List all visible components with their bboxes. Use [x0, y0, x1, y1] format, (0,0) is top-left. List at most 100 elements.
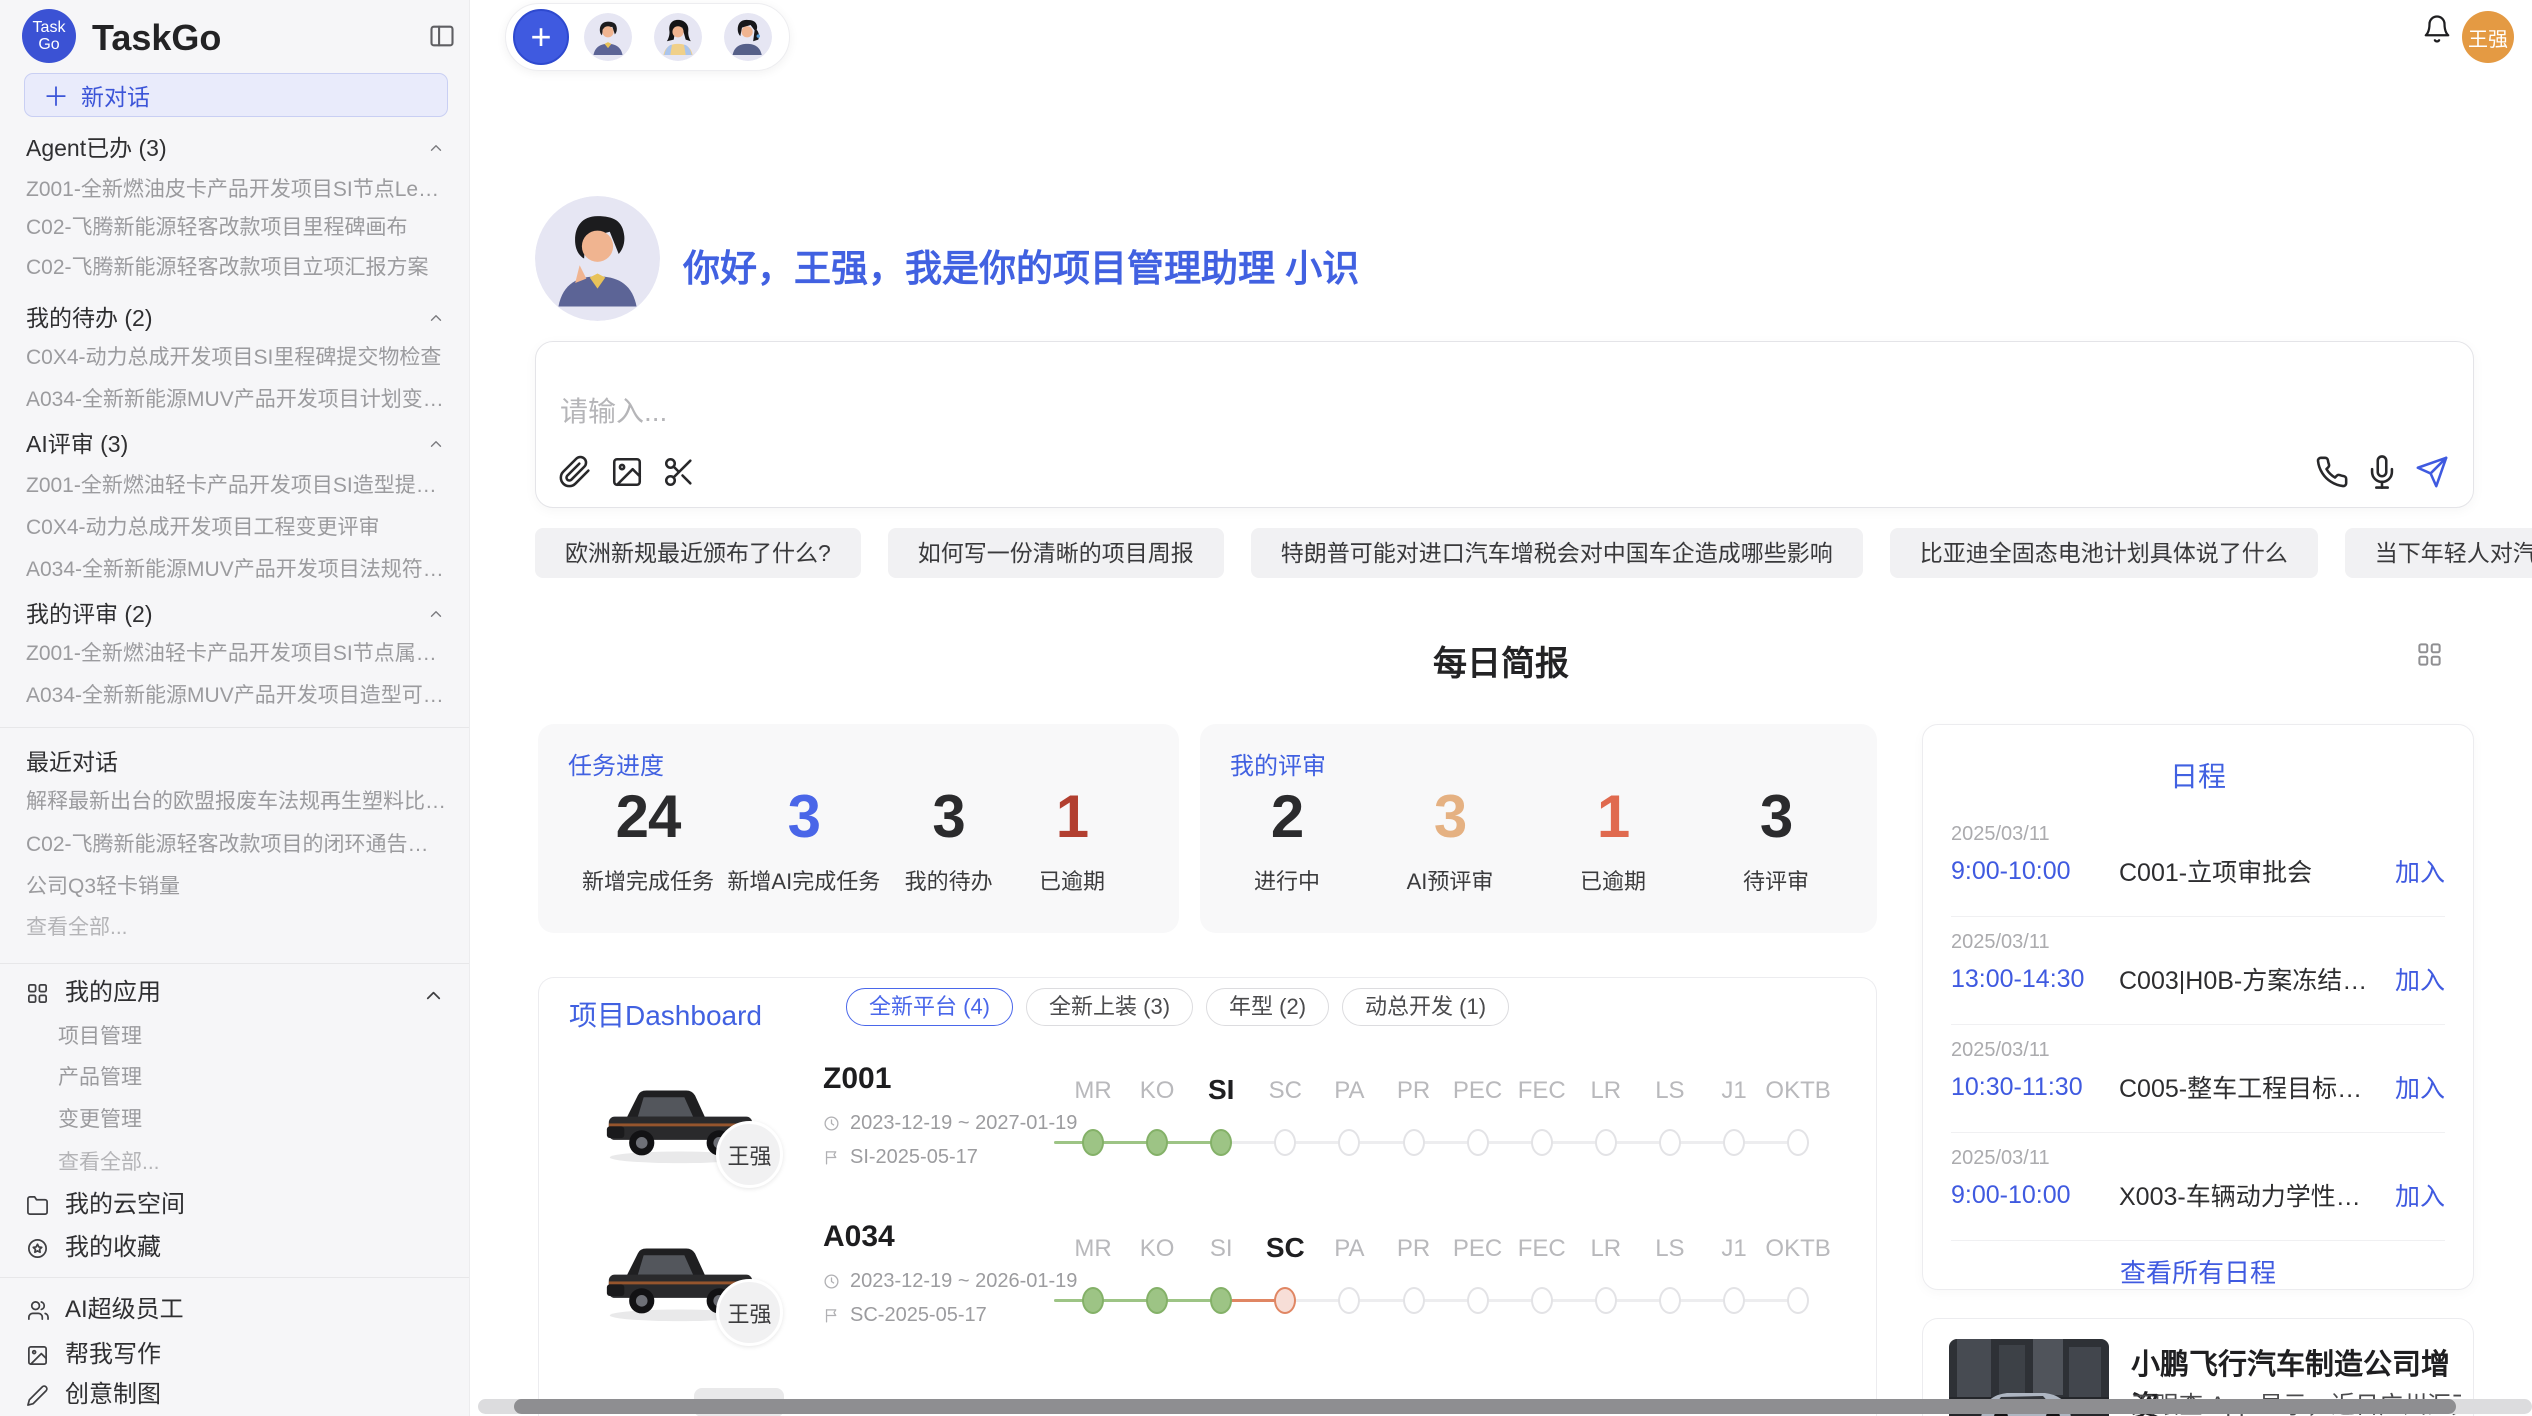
sidebar-item-ai-employee[interactable]: AI超级员工 [26, 1293, 449, 1327]
project-code[interactable]: A034 [823, 1220, 895, 1254]
agent-avatar[interactable] [722, 11, 774, 63]
event-join-link[interactable]: 加入 [2395, 853, 2445, 889]
notifications-bell-icon[interactable] [2422, 14, 2452, 44]
stat-label: 已逾期 [1017, 864, 1127, 896]
microphone-icon[interactable] [2365, 455, 2399, 489]
my-review-card: 我的评审 2进行中3AI预评审1已逾期3待评审 [1200, 724, 1877, 933]
milestone-label: OKTB [1756, 1077, 1840, 1105]
conversation-item[interactable]: A034-全新新能源MUV产品开发项目计划变更表编写 [26, 383, 449, 417]
suggestion-chip[interactable]: 当下年轻人对汽车外观有怎样的喜好趋势 [2345, 528, 2532, 578]
view-all-schedule-link[interactable]: 查看所有日程 [1923, 1253, 2473, 1290]
horizontal-scrollbar-thumb[interactable] [514, 1399, 2456, 1414]
project-dates: 2023-12-19 ~ 2027-01-19 [823, 1112, 1077, 1135]
dashboard-filter-chip[interactable]: 全新上装 (3) [1026, 988, 1193, 1026]
conversation-item[interactable]: C02-飞腾新能源轻客改款项目的闭环通告反馈情况 [26, 828, 449, 862]
app-link-project-mgmt[interactable]: 项目管理 [58, 1020, 449, 1054]
milestone-dot [1338, 1129, 1360, 1156]
upload-image-icon[interactable] [610, 455, 644, 489]
divider [1951, 1240, 2445, 1241]
sidebar-item-cloud-space[interactable]: 我的云空间 [26, 1188, 449, 1222]
section-my-review[interactable]: 我的评审 (2) [26, 597, 449, 631]
sidebar-item-favorites[interactable]: 我的收藏 [26, 1231, 449, 1265]
view-all-chats[interactable]: 查看全部... [26, 911, 449, 945]
chevron-up-icon [427, 605, 445, 623]
users-icon [26, 1299, 49, 1322]
section-my-todo[interactable]: 我的待办 (2) [26, 301, 449, 335]
event-join-link[interactable]: 加入 [2395, 1069, 2445, 1105]
project-code[interactable]: Z001 [823, 1062, 891, 1096]
sidebar-item-my-apps[interactable]: 我的应用 [26, 976, 449, 1010]
stat-value: 24 [582, 784, 714, 850]
suggestion-chip[interactable]: 特朗普可能对进口汽车增税会对中国车企造成哪些影响 [1251, 528, 1863, 578]
dashboard-filter-chip[interactable]: 动总开发 (1) [1342, 988, 1509, 1026]
event-join-link[interactable]: 加入 [2395, 961, 2445, 997]
add-agent-button[interactable]: + [513, 9, 569, 65]
conversation-item[interactable]: C0X4-动力总成开发项目工程变更评审 [26, 511, 449, 545]
suggestion-chip[interactable]: 如何写一份清晰的项目周报 [888, 528, 1224, 578]
layout-grid-icon[interactable] [2416, 641, 2443, 668]
milestone-line-done [1054, 1299, 1221, 1302]
divider [0, 963, 469, 964]
voice-call-icon[interactable] [2315, 455, 2349, 489]
send-icon[interactable] [2415, 455, 2449, 489]
chat-input[interactable] [560, 390, 2160, 440]
conversation-item[interactable]: A034-全新新能源MUV产品开发项目法规符合性评审 [26, 553, 449, 587]
milestone-dot [1210, 1287, 1232, 1314]
conversation-item[interactable]: C02-飞腾新能源轻客改款项目立项汇报方案 [26, 251, 449, 285]
view-all-apps[interactable]: 查看全部... [58, 1146, 449, 1180]
agent-avatar[interactable] [652, 11, 704, 63]
section-agent-done[interactable]: Agent已办 (3) [26, 131, 449, 165]
milestone-dot [1403, 1129, 1425, 1156]
schedule-event: 2025/03/119:00-10:00C001-立项审批会加入 [1923, 809, 2473, 917]
milestone-dot [1274, 1129, 1296, 1156]
stat-label: 待评审 [1721, 864, 1831, 896]
dashboard-filter-chip[interactable]: 年型 (2) [1206, 988, 1329, 1026]
conversation-item[interactable]: 公司Q3轻卡销量 [26, 870, 449, 904]
conversation-item[interactable]: Z001-全新燃油轻卡产品开发项目SI造型提交物评审 [26, 469, 449, 503]
stat-column: 3我的待办 [894, 784, 1004, 896]
event-date: 2025/03/11 [1951, 1147, 2050, 1170]
section-ai-review[interactable]: AI评审 (3) [26, 427, 449, 461]
image-icon [26, 1344, 49, 1367]
event-time: 9:00-10:00 [1951, 857, 2119, 886]
milestone-dot [1146, 1129, 1168, 1156]
milestone-dot [1659, 1129, 1681, 1156]
chevron-up-icon [427, 435, 445, 453]
greeting-text: 你好，王强，我是你的项目管理助理 小识 [683, 238, 1359, 292]
card-title: 任务进度 [568, 746, 664, 781]
attachment-icon[interactable] [558, 455, 592, 489]
milestone-dot [1659, 1287, 1681, 1314]
conversation-item[interactable]: 解释最新出台的欧盟报废车法规再生塑料比例被调到15%... [26, 785, 449, 819]
suggestion-chip[interactable]: 欧洲新规最近颁布了什么? [535, 528, 861, 578]
stat-value: 3 [894, 784, 1004, 850]
conversation-item[interactable]: A034-全新新能源MUV产品开发项目造型可行性评审 [26, 679, 449, 713]
sidebar-collapse-icon[interactable] [428, 22, 456, 50]
app-link-product-mgmt[interactable]: 产品管理 [58, 1061, 449, 1095]
milestone-dot [1531, 1287, 1553, 1314]
event-join-link[interactable]: 加入 [2395, 1177, 2445, 1213]
event-date: 2025/03/11 [1951, 931, 2050, 954]
milestone-dot [1146, 1287, 1168, 1314]
sidebar-item-creative-draw[interactable]: 创意制图 [26, 1378, 449, 1412]
conversation-item[interactable]: Z001-全新燃油皮卡产品开发项目SI节点Lesson Learn报告 [26, 173, 449, 207]
schedule-title: 日程 [1923, 755, 2473, 795]
dashboard-filters: 全新平台 (4) 全新上装 (3) 年型 (2) 动总开发 (1) [846, 988, 1509, 1026]
new-chat-button[interactable]: ＋ 新对话 [24, 73, 448, 117]
conversation-item[interactable]: Z001-全新燃油轻卡产品开发项目SI节点属性5D文件评审 [26, 637, 449, 671]
app-link-change-mgmt[interactable]: 变更管理 [58, 1103, 449, 1137]
sidebar-item-help-write[interactable]: 帮我写作 [26, 1338, 449, 1372]
stat-value: 1 [1017, 784, 1127, 850]
suggestion-chip[interactable]: 比亚迪全固态电池计划具体说了什么 [1890, 528, 2318, 578]
event-row: 9:00-10:00C001-立项审批会加入 [1951, 853, 2445, 889]
agent-avatar[interactable] [582, 11, 634, 63]
scissors-icon[interactable] [662, 455, 696, 489]
user-avatar[interactable]: 王强 [2462, 11, 2514, 63]
logo-text-bottom: Go [38, 36, 59, 53]
conversation-item[interactable]: C0X4-动力总成开发项目SI里程碑提交物检查 [26, 341, 449, 375]
logo-text-top: Task [33, 19, 66, 36]
apps-grid-icon [26, 982, 49, 1005]
dashboard-filter-chip[interactable]: 全新平台 (4) [846, 988, 1013, 1026]
conversation-item[interactable]: C02-飞腾新能源轻客改款项目里程碑画布 [26, 211, 449, 245]
flag-icon [823, 1149, 840, 1166]
milestone-dot [1274, 1287, 1296, 1314]
